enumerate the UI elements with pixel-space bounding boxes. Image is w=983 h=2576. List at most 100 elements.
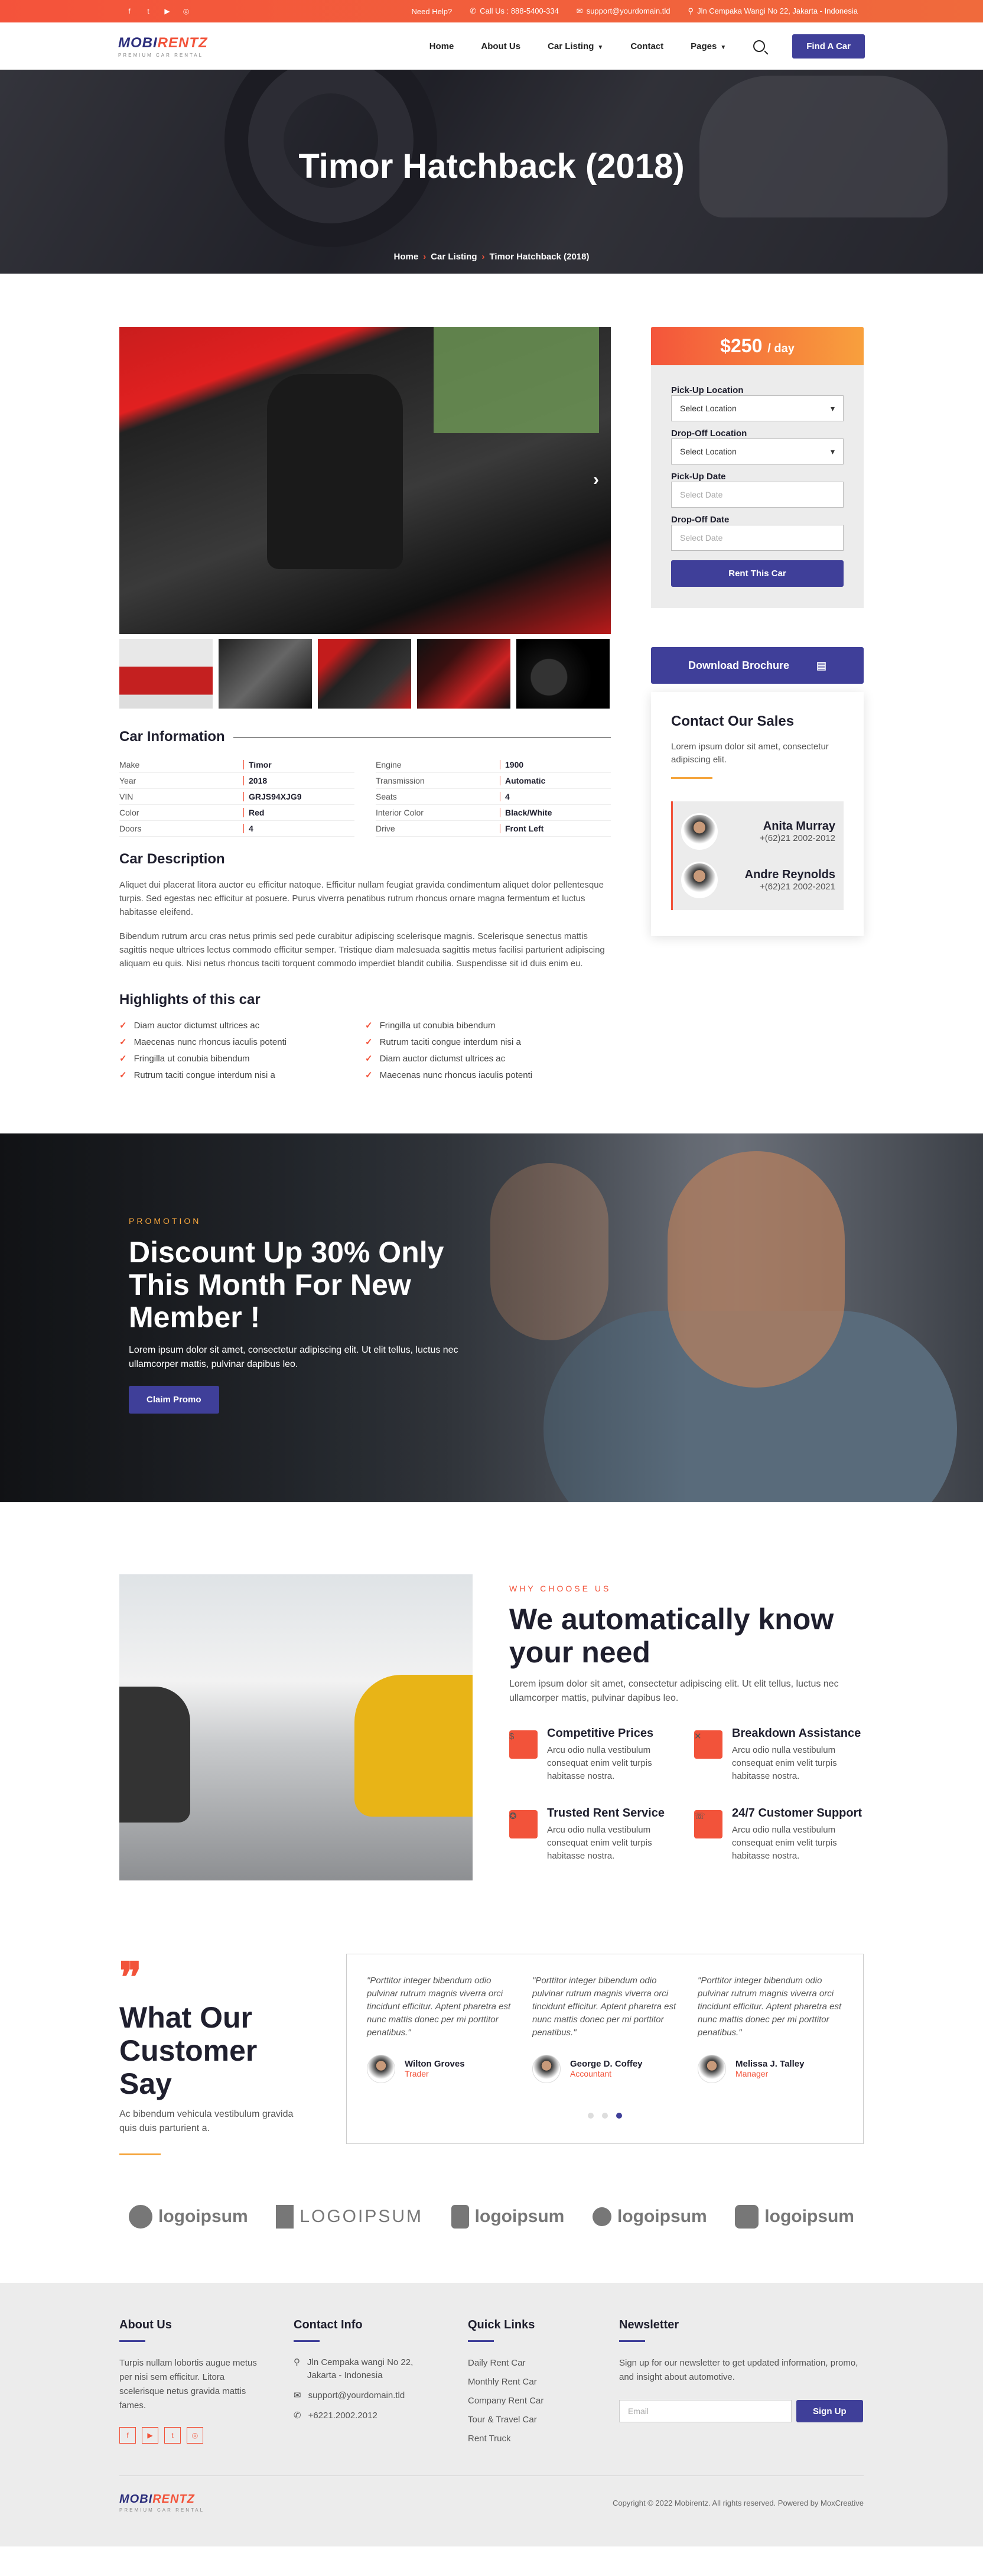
pickup-date-label: Pick-Up Date (671, 472, 726, 482)
car-information-title: Car Information (119, 729, 225, 745)
breadcrumb-car-listing[interactable]: Car Listing (431, 252, 477, 262)
avatar (681, 862, 718, 898)
avatar (681, 813, 718, 850)
why-choose-us-section: WHY CHOOSE US We automatically know your… (0, 1502, 983, 1880)
support-icon: ☏ (694, 1810, 722, 1838)
contact-address-text: Jln Cempaka wangi No 22, Jakarta - Indon… (307, 2357, 414, 2380)
partner-logo-text: logoipsum (617, 2207, 707, 2226)
facebook-icon[interactable]: f (125, 7, 134, 15)
instagram-icon[interactable]: ◎ (182, 7, 190, 15)
footer-link[interactable]: Daily Rent Car (468, 2356, 619, 2370)
check-icon: ✓ (119, 1054, 127, 1064)
info-key: VIN (119, 792, 134, 801)
call-info: ✆ Call Us : 888-5400-334 (470, 7, 559, 16)
carousel-dot[interactable] (602, 2113, 608, 2119)
logo-accent: RENTZ (152, 2493, 195, 2506)
info-row: Drive Front Left (376, 821, 611, 837)
image-seat (267, 374, 403, 569)
site-logo[interactable]: MOBIRENTZ PREMIUM CAR RENTAL (118, 35, 208, 58)
why-eyebrow: WHY CHOOSE US (509, 1584, 611, 1593)
pickup-location-label: Pick-Up Location (671, 385, 744, 395)
pickup-date-input[interactable]: Select Date (671, 482, 844, 508)
search-icon[interactable] (753, 40, 766, 52)
carousel-dot-active[interactable] (616, 2113, 622, 2119)
dropoff-date-input[interactable]: Select Date (671, 525, 844, 551)
info-row: Year 2018 (119, 773, 354, 789)
download-brochure-button[interactable]: Download Brochure ▤ (651, 647, 864, 684)
email-info[interactable]: ✉ support@yourdomain.tld (577, 7, 670, 16)
footer-link[interactable]: Monthly Rent Car (468, 2375, 619, 2389)
nav-pages[interactable]: Pages ▼ (691, 41, 726, 51)
agent-phone[interactable]: +(62)21 2002-2012 (760, 833, 835, 843)
footer-link[interactable]: Rent Truck (468, 2432, 619, 2446)
youtube-icon[interactable]: ▶ (163, 7, 171, 15)
contact-email[interactable]: ✉ support@yourdomain.tld (294, 2389, 444, 2402)
logo-accent: RENTZ (157, 34, 208, 51)
feature-title: Breakdown Assistance (732, 1727, 861, 1740)
chevron-right-icon[interactable]: › (593, 470, 599, 490)
promo-text: Lorem ipsum dolor sit amet, consectetur … (129, 1345, 458, 1369)
footer-link[interactable]: Tour & Travel Car (468, 2413, 619, 2427)
feature-item: ✕ Breakdown Assistance Arcu odio nulla ves… (694, 1727, 864, 1783)
partner-logo: logoipsum (451, 2205, 564, 2229)
twitter-icon[interactable]: t (144, 7, 152, 15)
highlight-text: Rutrum taciti congue interdum nisi a (134, 1070, 275, 1080)
nav-home[interactable]: Home (429, 41, 454, 51)
claim-promo-button[interactable]: Claim Promo (129, 1386, 219, 1414)
main-nav: Home About Us Car Listing ▼ Contact Pages… (429, 34, 865, 59)
carousel-dot[interactable] (588, 2113, 594, 2119)
breadcrumb-home[interactable]: Home (394, 252, 419, 262)
nav-about[interactable]: About Us (481, 41, 520, 51)
promotion-banner: PROMOTION Discount Up 30% Only This Mont… (0, 1133, 983, 1502)
youtube-icon[interactable]: ▶ (142, 2427, 158, 2444)
twitter-icon[interactable]: t (164, 2427, 181, 2444)
newsletter-signup-button[interactable]: Sign Up (796, 2400, 863, 2422)
rent-car-button[interactable]: Rent This Car (671, 560, 844, 587)
download-brochure-label: Download Brochure (688, 659, 789, 671)
highlight-text: Maecenas nunc rhoncus iaculis potenti (134, 1037, 287, 1047)
price-value: $250 (720, 335, 763, 356)
thumbnail[interactable] (318, 639, 411, 709)
address-text: Jln Cempaka Wangi No 22, Jakarta - Indon… (697, 7, 858, 15)
thumbnail[interactable] (516, 639, 610, 709)
agent-phone[interactable]: +(62)21 2002-2021 (760, 882, 835, 892)
divider (119, 2153, 161, 2155)
thumbnail[interactable] (219, 639, 312, 709)
nav-car-listing-label: Car Listing (548, 41, 594, 51)
booking-sidebar: $250 / day Pick-Up Location Select Locat… (651, 327, 864, 1080)
nav-car-listing[interactable]: Car Listing ▼ (548, 41, 603, 51)
logo-main: MOBI (118, 34, 158, 51)
promo-eyebrow: PROMOTION (129, 1216, 201, 1226)
find-car-button[interactable]: Find A Car (792, 34, 865, 59)
info-key: Color (119, 808, 139, 817)
footer-link[interactable]: Company Rent Car (468, 2394, 619, 2408)
info-value: Black/White (500, 808, 552, 817)
newsletter-email-input[interactable]: Email (619, 2400, 792, 2422)
testimonial-name: Wilton Groves (405, 2058, 465, 2069)
thumbnail[interactable] (417, 639, 510, 709)
info-key: Year (119, 776, 136, 785)
contact-phone[interactable]: ✆ +6221.2002.2012 (294, 2409, 444, 2422)
breadcrumb-current: Timor Hatchback (2018) (489, 252, 590, 262)
highlight-item: ✓ Rutrum taciti congue interdum nisi a (119, 1070, 365, 1080)
feature-title: Competitive Prices (547, 1727, 654, 1740)
contact-phone-text: +6221.2002.2012 (308, 2411, 377, 2421)
highlight-text: Rutrum taciti congue interdum nisi a (379, 1037, 521, 1047)
nav-contact[interactable]: Contact (630, 41, 663, 51)
testimonial-role: Accountant (570, 2068, 612, 2078)
info-row: Doors 4 (119, 821, 354, 837)
pickup-location-select[interactable]: Select Location ▾ (671, 395, 844, 421)
page-hero: Timor Hatchback (2018) Home › Car Listing ›… (0, 70, 983, 274)
info-value: 1900 (500, 760, 523, 769)
footer-logo[interactable]: MOBIRENTZ PREMIUM CAR RENTAL (119, 2493, 204, 2513)
facebook-icon[interactable]: f (119, 2427, 136, 2444)
promo-title: Discount Up 30% Only This Month For New … (129, 1236, 444, 1334)
testimonials-section: ❞ What Our Customer Say Ac bibendum vehi… (0, 1880, 983, 2155)
why-title: We automatically know your need (509, 1603, 834, 1669)
dropoff-location-select[interactable]: Select Location ▾ (671, 438, 844, 464)
thumbnail[interactable] (119, 639, 213, 709)
feature-text: Arcu odio nulla vestibulum consequat eni… (547, 1825, 652, 1861)
highlight-item: ✓ Maecenas nunc rhoncus iaculis potenti (365, 1070, 611, 1080)
instagram-icon[interactable]: ◎ (187, 2427, 203, 2444)
highlight-item: ✓ Fringilla ut conubia bibendum (119, 1053, 365, 1064)
